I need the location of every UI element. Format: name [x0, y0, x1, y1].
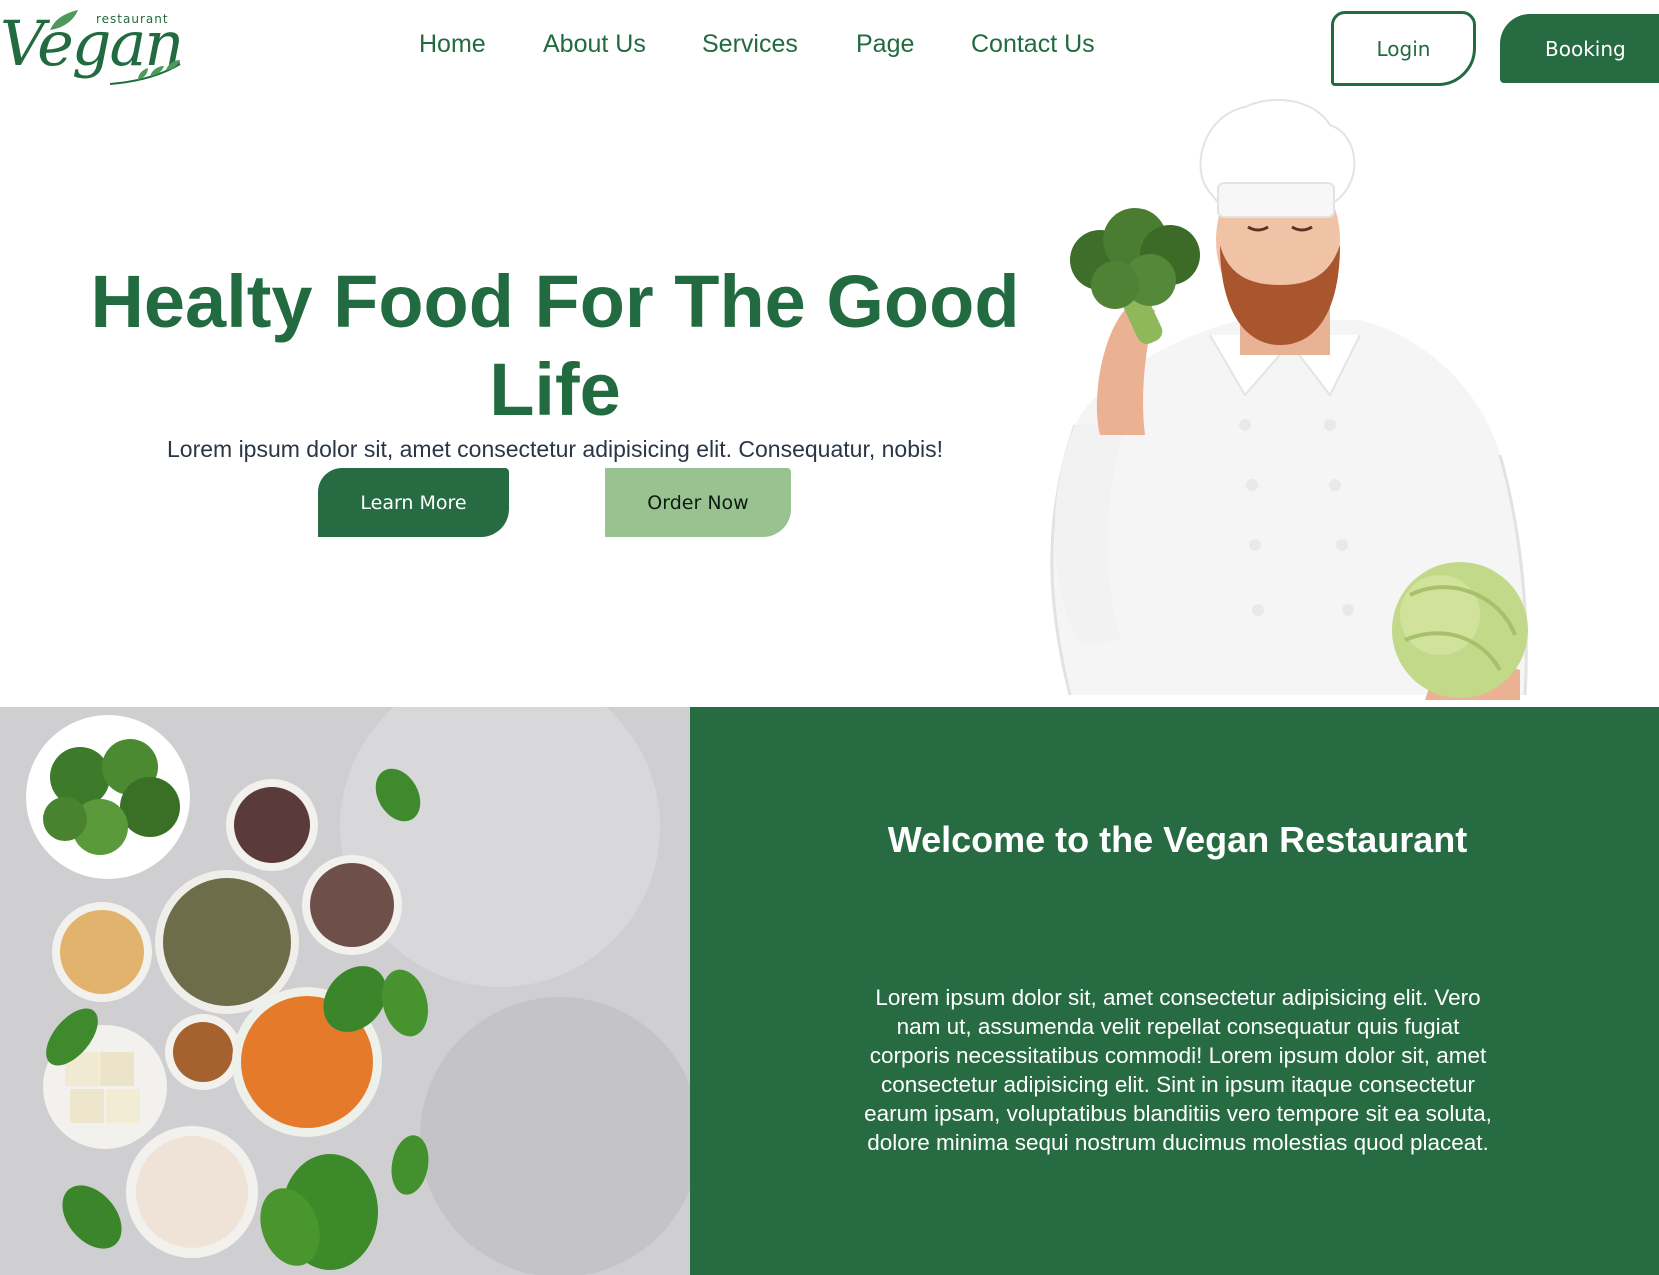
nav-link-about-us[interactable]: About Us — [543, 30, 646, 59]
hero-title: Healty Food For The Good Life — [90, 260, 1020, 431]
order-now-button[interactable]: Order Now — [605, 468, 791, 537]
hero-subtitle: Lorem ipsum dolor sit, amet consectetur … — [166, 436, 943, 462]
nav-link-services[interactable]: Services — [702, 30, 798, 59]
booking-button[interactable]: Booking — [1500, 14, 1659, 83]
logo[interactable]: restaurant Vegan — [0, 0, 190, 95]
chef-image — [1050, 98, 1528, 700]
nav-link-contact-us[interactable]: Contact Us — [971, 30, 1095, 59]
welcome-section: Welcome to the Vegan Restaurant Lorem ip… — [690, 707, 1659, 1275]
welcome-body: Lorem ipsum dolor sit, amet consectetur … — [864, 985, 1492, 1155]
learn-more-button[interactable]: Learn More — [318, 468, 509, 537]
welcome-title: Welcome to the Vegan Restaurant — [887, 819, 1468, 860]
nav-link-page[interactable]: Page — [856, 30, 914, 59]
vegan-food-photo — [0, 707, 690, 1275]
login-button[interactable]: Login — [1331, 11, 1476, 86]
leaf-icon — [50, 10, 181, 85]
nav-link-home[interactable]: Home — [419, 30, 486, 59]
